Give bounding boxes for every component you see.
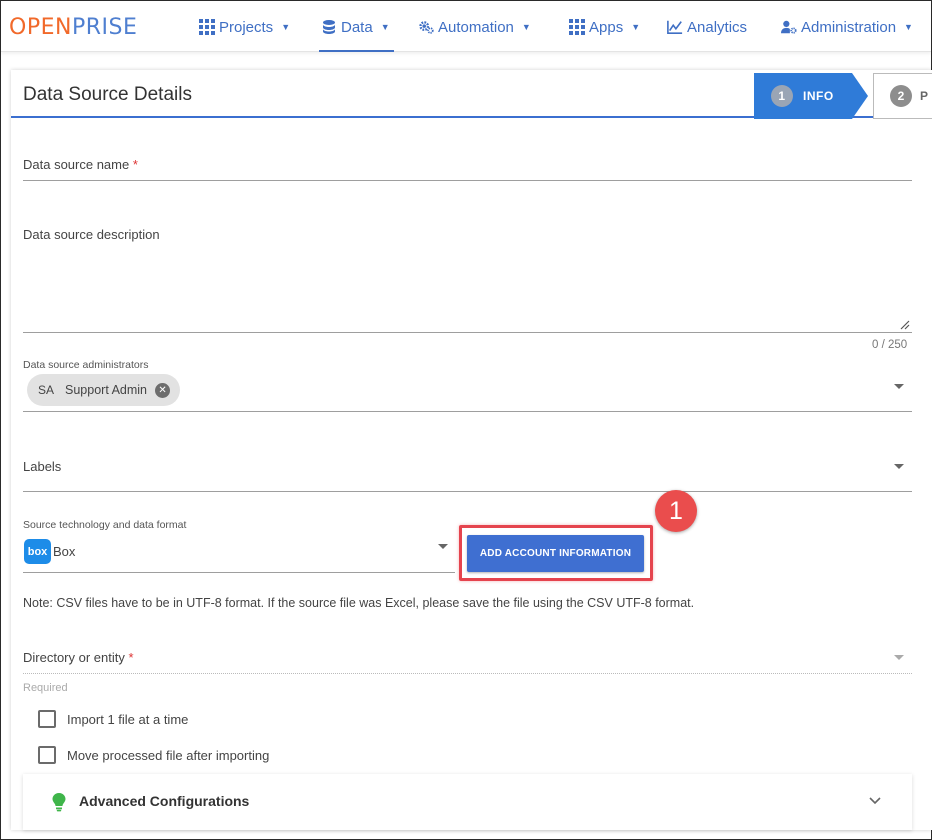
caret-down-icon: ▼ — [522, 22, 531, 32]
step-label: INFO — [803, 89, 834, 103]
caret-down-icon: ▼ — [281, 22, 290, 32]
grid-icon — [199, 19, 215, 35]
source-technology-select[interactable] — [23, 572, 455, 573]
caret-down-icon: ▼ — [381, 22, 390, 32]
chevron-down-icon[interactable] — [868, 796, 882, 806]
caret-down-icon: ▼ — [904, 22, 913, 32]
char-count: 0 / 250 — [872, 339, 907, 351]
panel-header: Data Source Details 1 INFO 2 P — [11, 70, 932, 118]
step-number: 1 — [771, 85, 793, 107]
avatar: SA — [38, 383, 54, 397]
source-technology-dropdown-icon[interactable] — [438, 544, 448, 549]
administrators-select[interactable] — [23, 411, 912, 412]
nav-data[interactable]: Data ▼ — [321, 16, 390, 38]
nav-apps[interactable]: Apps ▼ — [569, 16, 640, 38]
administrators-dropdown-icon[interactable] — [894, 384, 904, 389]
label-text: Data source name — [23, 157, 129, 172]
import-one-file-checkbox[interactable] — [38, 710, 56, 728]
directory-label: Directory or entity * — [23, 650, 134, 665]
user-gear-icon — [781, 19, 797, 35]
nav-apps-label: Apps — [589, 19, 623, 36]
source-technology-value: Box — [53, 544, 75, 559]
data-source-name-label: Data source name * — [23, 157, 138, 172]
required-mark: * — [129, 650, 134, 665]
gears-icon — [418, 19, 434, 35]
directory-dropdown-icon[interactable] — [894, 655, 904, 660]
admin-chip: SA Support Admin ✕ — [27, 374, 180, 406]
logo-open: OPEN — [9, 15, 72, 40]
box-logo-icon: box — [24, 539, 51, 564]
nav-automation-label: Automation — [438, 19, 514, 36]
move-processed-file-checkbox[interactable] — [38, 746, 56, 764]
labels-label: Labels — [23, 459, 61, 474]
utf8-note: Note: CSV files have to be in UTF-8 form… — [23, 596, 694, 610]
source-technology-label: Source technology and data format — [23, 519, 186, 531]
remove-chip-icon[interactable]: ✕ — [155, 383, 170, 398]
caret-down-icon: ▼ — [631, 22, 640, 32]
callout-number-badge: 1 — [655, 490, 697, 532]
database-icon — [321, 19, 337, 35]
chart-icon — [667, 19, 683, 35]
add-account-information-button[interactable]: ADD ACCOUNT INFORMATION — [467, 535, 644, 572]
directory-hint: Required — [23, 682, 68, 694]
nav-analytics[interactable]: Analytics — [667, 16, 747, 38]
step-label: P — [920, 89, 928, 103]
administrators-label: Data source administrators — [23, 359, 148, 371]
directory-select[interactable] — [23, 673, 912, 674]
nav-data-label: Data — [341, 19, 373, 36]
advanced-configurations-title: Advanced Configurations — [79, 793, 249, 809]
logo-prise: PRISE — [72, 15, 137, 40]
move-processed-file-label: Move processed file after importing — [67, 748, 269, 763]
admin-chip-name: Support Admin — [65, 383, 147, 397]
nav-administration-label: Administration — [801, 19, 896, 36]
required-mark: * — [133, 157, 138, 172]
nav-administration[interactable]: Administration ▼ — [781, 16, 913, 38]
step-number: 2 — [890, 85, 912, 107]
import-one-file-label: Import 1 file at a time — [67, 712, 188, 727]
openprise-logo[interactable]: OPENPRISE — [9, 16, 137, 40]
nav-projects[interactable]: Projects ▼ — [199, 16, 290, 38]
data-source-name-input[interactable] — [23, 180, 912, 181]
lightbulb-icon — [51, 792, 67, 812]
nav-automation[interactable]: Automation ▼ — [418, 16, 531, 38]
labels-select[interactable] — [23, 491, 912, 492]
nav-analytics-label: Analytics — [687, 19, 747, 36]
data-source-description-label: Data source description — [23, 227, 160, 242]
resize-handle-icon[interactable] — [898, 318, 910, 330]
step-2[interactable]: 2 P — [873, 73, 932, 119]
top-navbar: OPENPRISE Projects ▼ Data ▼ Automation ▼… — [1, 1, 931, 52]
data-source-description-textarea[interactable] — [23, 332, 912, 333]
step-info[interactable]: 1 INFO — [754, 73, 852, 119]
labels-dropdown-icon[interactable] — [894, 464, 904, 469]
label-text: Directory or entity — [23, 650, 125, 665]
nav-projects-label: Projects — [219, 19, 273, 36]
grid-icon — [569, 19, 585, 35]
page-title: Data Source Details — [23, 84, 192, 106]
